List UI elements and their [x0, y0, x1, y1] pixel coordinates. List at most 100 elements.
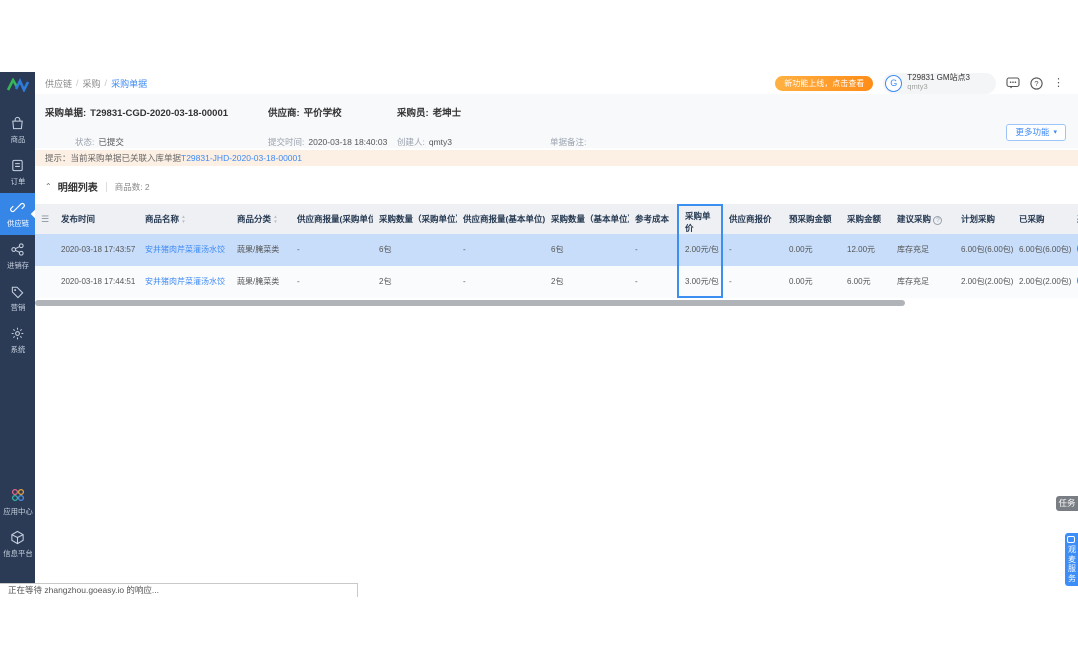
- col-purchase-qty-purchase-unit: 采购数量（采购单位）: [379, 214, 457, 224]
- chevron-down-icon: ▾: [1053, 129, 1057, 136]
- sort-icon[interactable]: ▲ ▼: [181, 215, 186, 225]
- sidebar-item-label: 供应链: [6, 219, 29, 228]
- supplier-quote-cell: -: [729, 277, 732, 286]
- new-feature-banner[interactable]: 新功能上线，点击查看: [775, 75, 874, 91]
- sidebar-item-label: 订单: [10, 177, 25, 186]
- reference-cost-cell: -: [635, 277, 638, 286]
- help-icon[interactable]: ?: [1030, 76, 1043, 90]
- svg-text:?: ?: [1034, 79, 1038, 88]
- product-name-cell: 安井猪肉芹菜灌汤水饺: [139, 266, 231, 298]
- planned-purchase-cell: 2.00包(2.00包): [961, 277, 1013, 286]
- sidebar-item-goods[interactable]: 商品: [0, 109, 35, 151]
- sidebar: 商品 订单 供应链 进销存 营销 系统 应用中心 信息平台: [0, 72, 40, 583]
- purchase-price-cell: 2.00元/包: [677, 234, 723, 266]
- purchase-order-header: 采购单据: T29831-CGD-2020-03-18-00001 供应商: 平价学…: [35, 94, 1078, 148]
- linked-order-link[interactable]: T29831-JHD-2020-03-18-00001: [181, 153, 302, 163]
- breadcrumb-purchase-order: 采购单据: [111, 78, 148, 89]
- cube-icon: [10, 530, 25, 545]
- purchase-qty-cell: 6包: [379, 245, 392, 254]
- submit-time-value: 2020-03-18 18:40:03: [308, 137, 388, 147]
- user-name: qmty3: [907, 82, 928, 92]
- order-icon: [10, 158, 25, 173]
- table-row[interactable]: 2020-03-18 17:44:51 安井猪肉芹菜灌汤水饺 蔬果/腌菜类 - …: [35, 266, 1078, 298]
- planned-purchase-cell: 6.00包(6.00包): [961, 245, 1013, 254]
- table-row[interactable]: 2020-03-18 17:43:57 安井猪肉芹菜灌汤水饺 蔬果/腌菜类 - …: [35, 234, 1078, 266]
- message-icon[interactable]: [1006, 77, 1020, 89]
- remark-label: 单据备注:: [550, 137, 587, 147]
- top-bar: 供应链 / 采购 / 采购单据 新功能上线，点击查看 G T29831 GM站点…: [35, 72, 1078, 94]
- horizontal-scrollbar[interactable]: [35, 299, 1078, 307]
- supplier-label: 供应商:: [268, 108, 300, 119]
- purchase-qty-base-cell: 6包: [551, 245, 564, 254]
- col-clipped: 采: [1071, 204, 1078, 234]
- supplier-qty-base-cell: -: [463, 277, 466, 286]
- col-purchase-amount: 采购金额: [847, 214, 882, 224]
- breadcrumb-purchase[interactable]: 采购: [83, 77, 101, 90]
- supply-chain-icon: [10, 200, 25, 215]
- col-product-name[interactable]: 商品名称 ▲ ▼: [139, 204, 231, 234]
- pre-purchase-amount-cell: 0.00元: [789, 245, 813, 254]
- supplier-qty-cell: -: [297, 245, 300, 254]
- status-value: 已提交: [98, 137, 124, 147]
- sidebar-item-orders[interactable]: 订单: [0, 151, 35, 193]
- col-planned-purchase: 计划采购: [961, 214, 996, 224]
- status-cell: [1071, 234, 1078, 266]
- col-pre-purchase-amount: 预采购金额: [789, 214, 832, 224]
- supplier-qty-base-cell: -: [463, 245, 466, 254]
- sidebar-item-inventory[interactable]: 进销存: [0, 235, 35, 277]
- sidebar-item-info-platform[interactable]: 信息平台: [0, 523, 35, 565]
- col-suggested-purchase: 建议采购 ?: [891, 204, 955, 234]
- product-link[interactable]: 安井猪肉芹菜灌汤水饺: [145, 245, 225, 254]
- suggested-purchase-cell: 库存充足: [897, 245, 929, 254]
- sidebar-item-label: 营销: [10, 303, 25, 312]
- section-title: 明细列表: [57, 183, 98, 194]
- supplier-quote-cell: -: [729, 245, 732, 254]
- sort-icon[interactable]: ▲ ▼: [273, 215, 278, 225]
- creator-value: qmty3: [428, 137, 453, 147]
- browser-status-text: 正在等待 zhangzhou.goeasy.io 的响应...: [0, 583, 358, 597]
- drag-column-header: ☰: [35, 204, 55, 234]
- drag-cell[interactable]: [35, 234, 55, 266]
- product-link[interactable]: 安井猪肉芹菜灌汤水饺: [145, 277, 225, 286]
- user-menu[interactable]: G T29831 GM站点3 qmty3: [883, 72, 996, 94]
- col-supplier-qty-base-unit: 供应商报量(基本单位): [463, 214, 545, 224]
- more-actions-button[interactable]: 更多功能 ▾: [1006, 124, 1066, 141]
- category-cell: 蔬果/腌菜类: [237, 245, 280, 254]
- purchase-price-cell: 3.00元/包: [677, 266, 723, 298]
- sidebar-item-supply-chain[interactable]: 供应链: [0, 193, 40, 235]
- linked-order-hint: 提示：当前采购单据已关联入库单据T29831-JHD-2020-03-18-00…: [35, 150, 1078, 166]
- reference-cost-cell: -: [635, 245, 638, 254]
- task-badge[interactable]: 任务: [1056, 496, 1078, 511]
- sidebar-item-label: 商品: [10, 135, 25, 144]
- sidebar-item-system[interactable]: 系统: [0, 319, 35, 361]
- sidebar-item-marketing[interactable]: 营销: [0, 277, 35, 319]
- service-tab-label: 观麦服务: [1068, 545, 1076, 583]
- help-icon[interactable]: ?: [933, 216, 943, 225]
- detail-table: ☰ 发布时间 商品名称 ▲ ▼ 商品分类 ▲ ▼ 供应商报量(采购单位) 采购数量（采购…: [35, 204, 1078, 298]
- detail-section-header: ⌃ 明细列表 商品数: 2: [35, 179, 1078, 194]
- col-reference-cost: 参考成本: [635, 214, 670, 224]
- breadcrumb-supply-chain[interactable]: 供应链: [45, 77, 72, 90]
- col-purchased: 已采购: [1019, 214, 1045, 224]
- sidebar-item-label: 系统: [10, 345, 25, 354]
- page: 商品 订单 供应链 进销存 营销 系统 应用中心 信息平台 供应链 / 采购 /…: [0, 0, 1078, 664]
- app-center-icon: [10, 487, 26, 503]
- status-label: 状态:: [75, 137, 95, 147]
- sidebar-item-app-center[interactable]: 应用中心: [0, 480, 35, 523]
- collapse-icon[interactable]: ⌃: [45, 182, 52, 191]
- bag-icon: [10, 116, 25, 131]
- drag-cell[interactable]: [35, 266, 55, 298]
- col-supplier-qty-purchase-unit: 供应商报量(采购单位): [297, 214, 373, 224]
- pre-purchase-amount-cell: 0.00元: [789, 277, 813, 286]
- supplier-value: 平价学校: [303, 108, 342, 119]
- kebab-menu-icon[interactable]: ⋮: [1053, 78, 1064, 89]
- app-window: 商品 订单 供应链 进销存 营销 系统 应用中心 信息平台 供应链 / 采购 /…: [0, 72, 1078, 583]
- marketing-icon: [10, 284, 25, 299]
- buyer-label: 采购员:: [397, 108, 429, 119]
- purchase-qty-cell: 2包: [379, 277, 392, 286]
- col-category[interactable]: 商品分类 ▲ ▼: [231, 204, 291, 234]
- submit-time-label: 提交时间:: [268, 137, 305, 147]
- service-side-tab[interactable]: 观麦服务: [1065, 533, 1078, 586]
- scrollbar-thumb[interactable]: [35, 300, 905, 306]
- col-purchase-qty-base-unit: 采购数量（基本单位）: [551, 214, 629, 224]
